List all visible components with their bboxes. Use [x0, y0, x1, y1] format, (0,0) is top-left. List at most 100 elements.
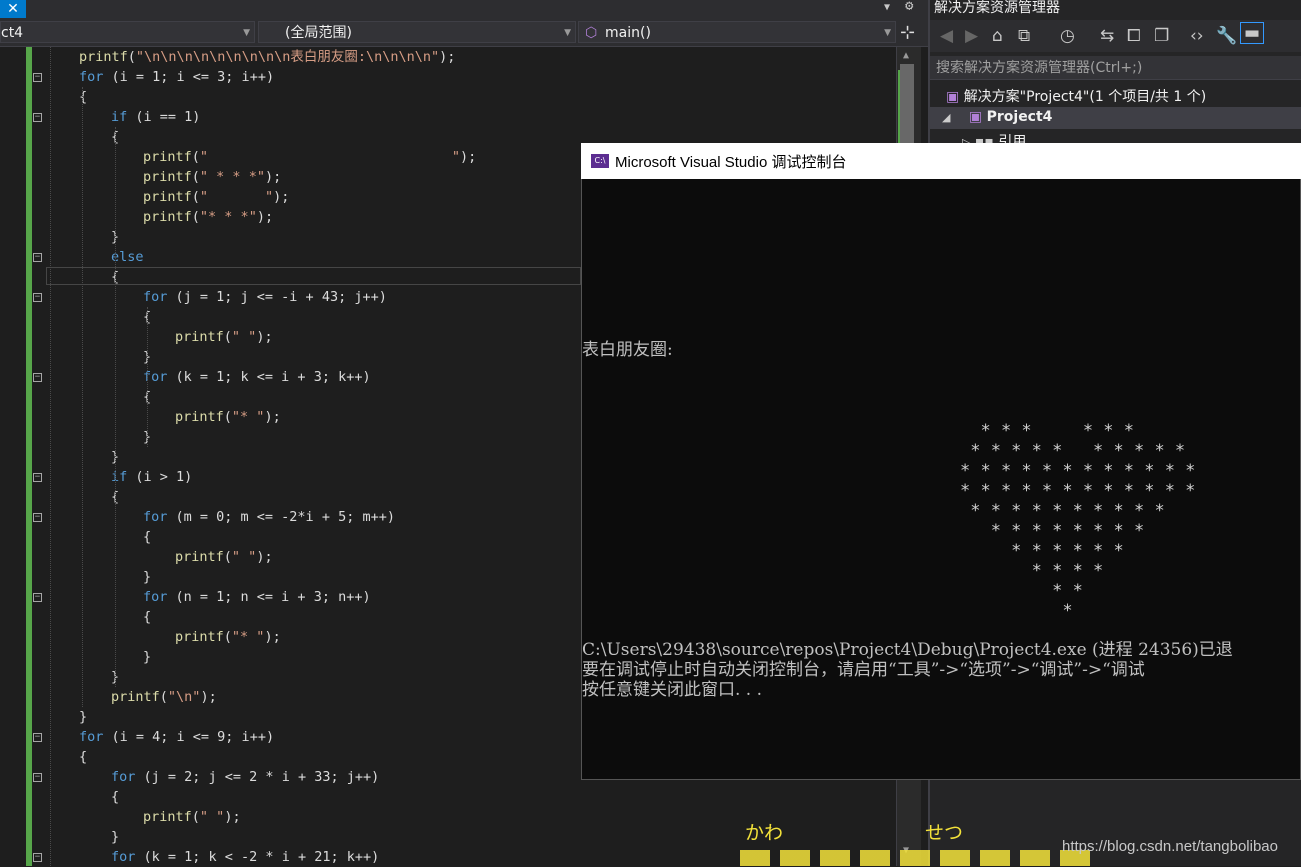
code-line[interactable]: for (k = 1; k <= i + 3; k++)	[143, 367, 371, 387]
code-line[interactable]: }	[79, 707, 87, 727]
fold-toggle-icon[interactable]: −	[33, 773, 42, 782]
code-token: );	[256, 329, 273, 345]
console-hint-line: 要在调试停止时自动关闭控制台，请启用“工具”->“选项”->“调试”->“调试	[582, 660, 1145, 680]
code-token: " "	[231, 329, 257, 345]
current-line-highlight	[46, 267, 581, 285]
project-dropdown[interactable]: ct4 ▼	[0, 21, 255, 43]
chevron-down-icon: ▼	[243, 28, 250, 38]
fold-toggle-icon[interactable]: −	[33, 473, 42, 482]
code-line[interactable]: for (n = 1; n <= i + 3; n++)	[143, 587, 371, 607]
code-line[interactable]: printf(" ");	[175, 547, 273, 567]
solution-node[interactable]: ▣ 解决方案"Project4"(1 个项目/共 1 个)	[946, 86, 1206, 106]
code-line[interactable]: for (i = 1; i <= 3; i++)	[79, 67, 274, 87]
expand-arrow-icon: ◢	[942, 111, 951, 124]
code-line[interactable]: {	[79, 747, 87, 767]
view-code-icon[interactable]: ‹›	[1190, 26, 1204, 46]
pending-changes-icon[interactable]: ◷	[1060, 26, 1075, 46]
code-line[interactable]: {	[79, 87, 87, 107]
code-token: printf	[175, 409, 224, 425]
code-token: for	[79, 729, 104, 745]
references-node[interactable]: ▷ ▪▪ 引用	[962, 131, 1026, 143]
code-line[interactable]: {	[143, 527, 151, 547]
console-press-line: 按任意键关闭此窗口. . .	[582, 680, 763, 700]
solution-search-input[interactable]: 搜索解决方案资源管理器(Ctrl+;)	[930, 56, 1301, 80]
scope-dropdown-label: (全局范围)	[285, 25, 352, 41]
collapse-all-icon[interactable]: ⧠	[1127, 26, 1141, 46]
code-token: (	[223, 549, 232, 565]
fold-toggle-icon[interactable]: −	[33, 293, 42, 302]
tab-dropdown-icon[interactable]: ▼	[884, 2, 890, 13]
solution-explorer-title: 解决方案资源管理器	[934, 0, 1060, 16]
scrollbar-thumb[interactable]	[900, 64, 914, 144]
ruby-text-right: せつ	[925, 822, 964, 844]
fold-toggle-icon[interactable]: −	[33, 853, 42, 862]
fold-toggle-icon[interactable]: −	[33, 373, 42, 382]
code-line[interactable]: printf(" ");	[143, 807, 241, 827]
code-line[interactable]: printf("* ");	[175, 407, 281, 427]
code-token: "* * *"	[199, 209, 257, 225]
split-window-icon[interactable]: ⊹	[900, 22, 915, 43]
fold-toggle-icon[interactable]: −	[33, 73, 42, 82]
fold-toggle-icon[interactable]: −	[33, 253, 42, 262]
code-token: (i == 1)	[127, 109, 201, 125]
code-line[interactable]: printf(" ");	[175, 327, 273, 347]
code-token: );	[273, 189, 290, 205]
scope-dropdown[interactable]: (全局范围) ▼	[258, 21, 576, 43]
forward-icon[interactable]: ▶	[965, 26, 978, 46]
heart-row: *	[960, 601, 1073, 621]
code-line[interactable]: for (k = 1; k < -2 * i + 21; k++)	[111, 847, 379, 867]
code-token: for	[111, 849, 136, 865]
close-tab-icon[interactable]: ✕	[0, 0, 26, 18]
show-all-files-icon[interactable]: ❐	[1154, 26, 1169, 46]
project-node[interactable]: ◢ ▣ Project4	[942, 109, 1052, 125]
code-line[interactable]: if (i == 1)	[111, 107, 200, 127]
code-token: {	[143, 609, 152, 625]
code-line[interactable]: }	[143, 567, 151, 587]
code-line[interactable]: printf("* * *");	[143, 207, 273, 227]
scroll-up-icon[interactable]: ▲	[903, 50, 909, 61]
project-label: Project4	[986, 109, 1053, 125]
code-line[interactable]: printf(" ");	[143, 147, 476, 167]
code-line[interactable]: printf("\n");	[111, 687, 217, 707]
code-line[interactable]: for (m = 0; m <= -2*i + 5; m++)	[143, 507, 395, 527]
wrench-icon[interactable]: 🔧	[1216, 26, 1237, 46]
fold-toggle-icon[interactable]: −	[33, 593, 42, 602]
code-token: for	[143, 509, 168, 525]
home-icon[interactable]: ⌂	[992, 26, 1003, 46]
code-token: (n = 1; n <= i + 3; n++)	[167, 589, 371, 605]
code-line[interactable]: printf("* ");	[175, 627, 281, 647]
sync-icon[interactable]: ⇆	[1100, 26, 1114, 46]
heart-row: * * * * * * * * * * * *	[960, 461, 1196, 481]
fold-toggle-icon[interactable]: −	[33, 113, 42, 122]
code-line[interactable]: for (j = 2; j <= 2 * i + 33; j++)	[111, 767, 379, 787]
code-line[interactable]: }	[111, 827, 119, 847]
code-token: " "	[199, 149, 461, 165]
code-token: printf	[143, 809, 192, 825]
references-icon: ▪▪	[974, 134, 994, 143]
heart-row: * * * * * * * * * *	[960, 501, 1165, 521]
code-line[interactable]: for (i = 4; i <= 9; i++)	[79, 727, 274, 747]
switch-views-icon[interactable]: ⧉	[1018, 26, 1030, 46]
back-icon[interactable]: ◀	[940, 26, 953, 46]
code-token: (	[127, 49, 136, 65]
code-line[interactable]: printf("\n\n\n\n\n\n\n\n\n表白朋友圈:\n\n\n\n…	[79, 47, 455, 67]
code-line[interactable]: if (i > 1)	[111, 467, 192, 487]
code-line[interactable]: {	[143, 607, 151, 627]
fold-toggle-icon[interactable]: −	[33, 733, 42, 742]
gear-icon[interactable]: ⚙	[905, 0, 913, 14]
code-token: }	[143, 569, 152, 585]
fold-toggle-icon[interactable]: −	[33, 513, 42, 522]
code-line[interactable]: for (j = 1; j <= -i + 43; j++)	[143, 287, 387, 307]
code-line[interactable]: printf(" ");	[143, 187, 289, 207]
function-dropdown[interactable]: ⬡ main() ▼	[578, 21, 896, 43]
code-token: for	[143, 589, 168, 605]
code-line[interactable]: printf(" * * *");	[143, 167, 281, 187]
heart-row: * * * * * * * * * * * *	[960, 481, 1196, 501]
code-token: {	[111, 789, 120, 805]
code-token: );	[264, 169, 282, 185]
code-token: printf	[143, 189, 192, 205]
preview-icon[interactable]: ▬	[1240, 22, 1265, 44]
code-token: if	[111, 109, 128, 125]
code-line[interactable]: {	[111, 787, 119, 807]
code-line[interactable]: }	[143, 647, 151, 667]
